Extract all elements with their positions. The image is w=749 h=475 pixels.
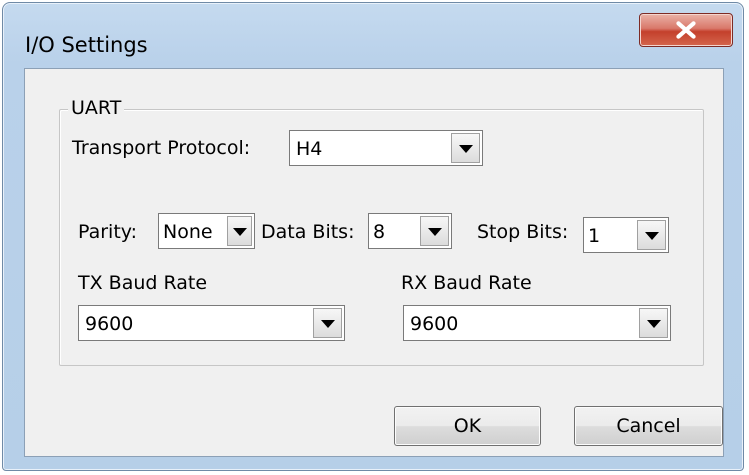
transport-protocol-select[interactable]: H4 [289, 130, 483, 166]
tx-baud-rate-value: 9600 [85, 313, 134, 335]
stop-bits-label: Stop Bits: [477, 221, 569, 243]
rx-baud-rate-select[interactable]: 9600 [403, 305, 671, 341]
chevron-down-icon [321, 320, 335, 328]
data-bits-select[interactable]: 8 [368, 213, 452, 249]
chevron-down-icon [647, 320, 661, 328]
parity-select[interactable]: None [158, 213, 255, 249]
dialog-client-area: UART Transport Protocol: H4 Parity: None… [24, 68, 724, 457]
data-bits-dropdown-button[interactable] [420, 216, 449, 246]
transport-protocol-label: Transport Protocol: [72, 137, 251, 159]
window-title: I/O Settings [25, 33, 148, 57]
parity-label: Parity: [78, 221, 138, 243]
close-button[interactable] [639, 13, 733, 47]
rx-baud-rate-label: RX Baud Rate [401, 272, 532, 294]
transport-protocol-value: H4 [296, 138, 323, 160]
ok-button[interactable]: OK [394, 406, 541, 446]
stop-bits-dropdown-button[interactable] [637, 220, 666, 250]
stop-bits-select[interactable]: 1 [583, 217, 669, 253]
rx-baud-rate-value: 9600 [410, 313, 459, 335]
stop-bits-value: 1 [588, 225, 601, 247]
chevron-down-icon [645, 232, 659, 240]
tx-baud-rate-label: TX Baud Rate [78, 272, 208, 294]
chevron-down-icon [428, 228, 442, 236]
tx-baud-rate-dropdown-button[interactable] [313, 308, 342, 338]
title-bar[interactable]: I/O Settings [3, 3, 743, 67]
parity-value: None [163, 221, 213, 243]
tx-baud-rate-select[interactable]: 9600 [78, 305, 345, 341]
cancel-button[interactable]: Cancel [574, 406, 723, 446]
parity-dropdown-button[interactable] [227, 216, 252, 246]
rx-baud-rate-dropdown-button[interactable] [639, 308, 668, 338]
chevron-down-icon [233, 228, 247, 236]
transport-protocol-dropdown-button[interactable] [451, 133, 480, 163]
uart-group-label: UART [68, 97, 125, 119]
chevron-down-icon [459, 145, 473, 153]
close-icon [676, 21, 696, 39]
data-bits-value: 8 [373, 221, 386, 243]
data-bits-label: Data Bits: [261, 221, 355, 243]
io-settings-dialog: I/O Settings UART Transport Protocol: H4… [2, 2, 744, 471]
